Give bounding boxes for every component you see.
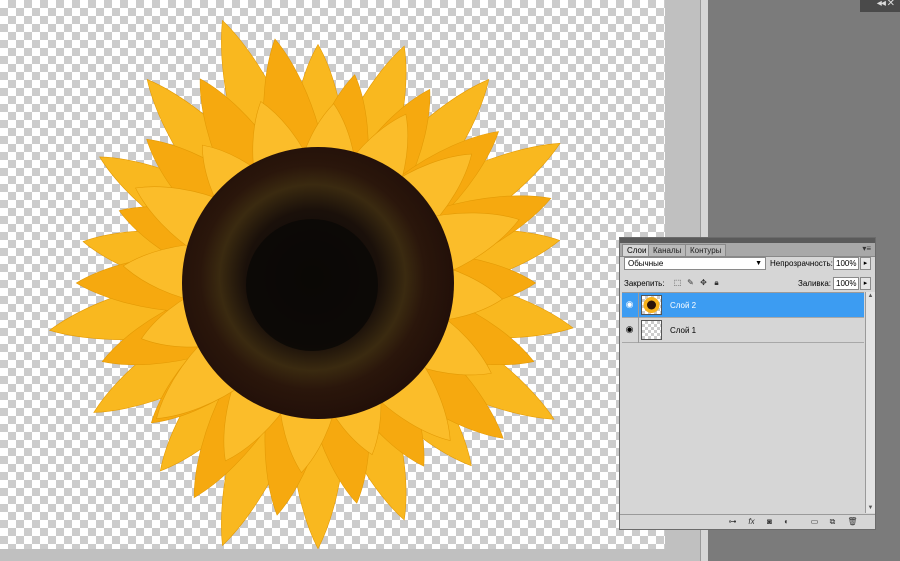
canvas-bottom-gutter bbox=[0, 549, 700, 561]
fill-field[interactable]: 100% bbox=[833, 277, 859, 290]
scroll-down-icon[interactable]: ▼ bbox=[866, 504, 875, 513]
layers-scrollbar[interactable]: ▲ ▼ bbox=[865, 292, 875, 513]
fill-label: Заливка: bbox=[798, 279, 832, 288]
sunflower-thumb-icon bbox=[643, 297, 660, 313]
collapse-arrows-icon[interactable]: ◂◂ ✕ bbox=[877, 0, 895, 9]
eye-icon[interactable]: ◉ bbox=[624, 324, 635, 335]
layer-thumbnail bbox=[641, 320, 662, 340]
lock-all-icon[interactable]: 🔒︎ bbox=[711, 277, 722, 288]
layer-name[interactable]: Слой 2 bbox=[670, 301, 696, 310]
layer-thumbnail bbox=[641, 295, 662, 315]
trash-icon[interactable]: 🗑︎ bbox=[846, 516, 859, 528]
blend-mode-value: Обычные bbox=[628, 259, 664, 268]
layer-row[interactable]: ◉ Слой 1 bbox=[622, 318, 864, 343]
divider bbox=[638, 318, 639, 343]
divider bbox=[638, 293, 639, 318]
layer-row[interactable]: ◉ Слой 2 bbox=[622, 293, 864, 318]
fx-icon[interactable]: fx bbox=[745, 516, 758, 528]
lock-transparency-icon[interactable]: ⬚ bbox=[672, 277, 683, 288]
new-layer-icon[interactable]: ⧉ bbox=[826, 516, 839, 528]
layers-list: ◉ Слой 2 ◉ Слой 1 bbox=[622, 292, 864, 514]
scroll-up-icon[interactable]: ▲ bbox=[866, 292, 875, 301]
sunflower-image bbox=[48, 19, 574, 549]
chevron-down-icon: ▼ bbox=[755, 260, 762, 267]
mask-icon[interactable]: ◙ bbox=[763, 516, 776, 528]
layers-panel: Слои Каналы Контуры ▾≡ Обычные ▼ Непрозр… bbox=[619, 237, 876, 530]
lock-position-icon[interactable]: ✥ bbox=[698, 277, 709, 288]
panel-footer: ⊶ fx ◙ ◐ ▭ ⧉ 🗑︎ bbox=[620, 514, 875, 529]
lock-pixels-icon[interactable]: ✎ bbox=[685, 277, 696, 288]
adjustment-icon[interactable]: ◐ bbox=[780, 516, 793, 528]
tab-channels[interactable]: Каналы bbox=[648, 244, 687, 256]
opacity-field[interactable]: 100% bbox=[833, 257, 859, 270]
panel-tabs: Слои Каналы Контуры ▾≡ bbox=[620, 243, 875, 257]
blend-mode-select[interactable]: Обычные ▼ bbox=[624, 257, 766, 270]
tab-paths[interactable]: Контуры bbox=[685, 244, 727, 256]
panel-collapse-bar[interactable]: ◂◂ ✕ bbox=[860, 0, 900, 12]
link-icon[interactable]: ⊶ bbox=[726, 516, 739, 528]
eye-icon[interactable]: ◉ bbox=[624, 299, 635, 310]
fill-slider-button[interactable]: ▸ bbox=[860, 277, 871, 290]
document-canvas[interactable] bbox=[0, 0, 665, 549]
lock-label: Закрепить: bbox=[624, 279, 665, 288]
layer-name[interactable]: Слой 1 bbox=[670, 326, 696, 335]
opacity-label: Непрозрачность: bbox=[770, 259, 833, 268]
group-icon[interactable]: ▭ bbox=[808, 516, 821, 528]
panel-menu-icon[interactable]: ▾≡ bbox=[862, 244, 871, 253]
opacity-slider-button[interactable]: ▸ bbox=[860, 257, 871, 270]
